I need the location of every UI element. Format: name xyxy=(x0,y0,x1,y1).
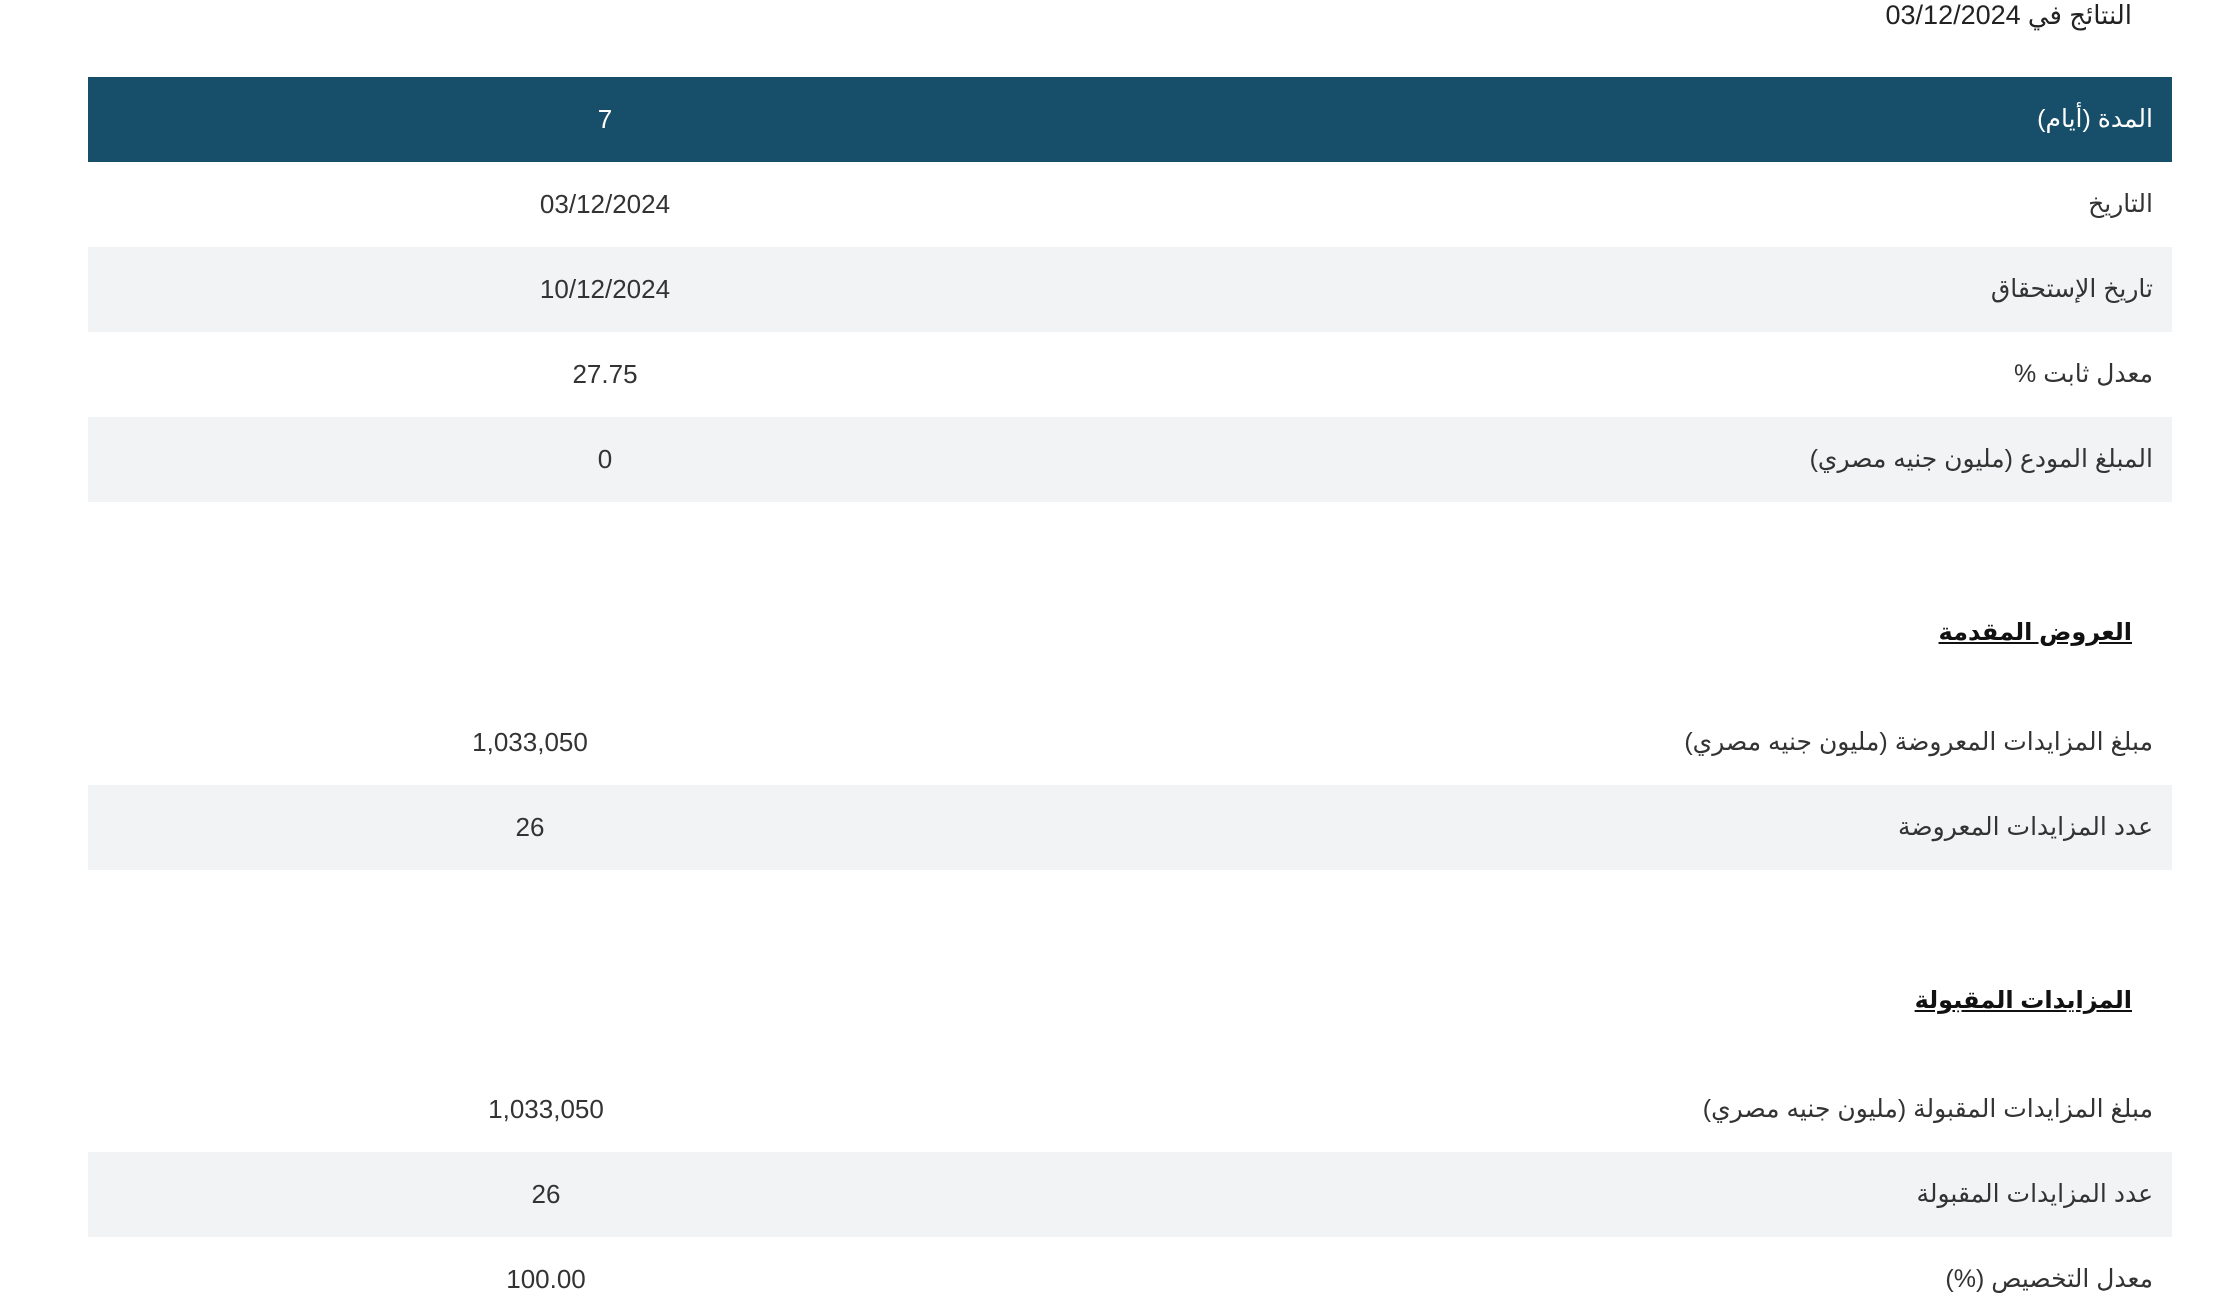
table-row: المبلغ المودع (مليون جنيه مصري) 0 xyxy=(88,417,2172,502)
table-row: معدل التخصيص (%) 100.00 xyxy=(88,1237,2172,1305)
allocation-rate-value: 100.00 xyxy=(506,1264,586,1294)
accepted-table: مبلغ المزايدات المقبولة (مليون جنيه مصري… xyxy=(88,1067,2172,1305)
maturity-date-label: تاريخ الإستحقاق xyxy=(1990,275,2153,303)
fixed-rate-value: 27.75 xyxy=(572,359,638,389)
accepted-amount-value: 1,033,050 xyxy=(488,1094,604,1124)
maturity-date-value: 10/12/2024 xyxy=(539,274,671,304)
table-row: عدد المزايدات المقبولة 26 xyxy=(88,1152,2172,1237)
deposited-amount-value: 0 xyxy=(597,444,613,474)
offered-count-value: 26 xyxy=(515,812,545,842)
table-row: عدد المزايدات المعروضة 26 xyxy=(88,785,2172,870)
offered-count-label: عدد المزايدات المعروضة xyxy=(1898,813,2153,841)
duration-label: المدة (أيام) xyxy=(2037,105,2153,133)
accepted-amount-label: مبلغ المزايدات المقبولة (مليون جنيه مصري… xyxy=(1702,1095,2153,1123)
results-title-date: 03/12/2024 xyxy=(1885,0,2021,30)
allocation-rate-label: معدل التخصيص (%) xyxy=(1945,1265,2153,1293)
accepted-count-label: عدد المزايدات المقبولة xyxy=(1916,1180,2153,1208)
results-date-title: النتائج في 03/12/2024 xyxy=(1886,0,2132,31)
accepted-section-title: المزايدات المقبولة xyxy=(1914,987,2132,1014)
table-row: معدل ثابت % 27.75 xyxy=(88,332,2172,417)
fixed-rate-label: معدل ثابت % xyxy=(2014,360,2153,388)
offered-amount-value: 1,033,050 xyxy=(472,727,588,757)
table-row: تاريخ الإستحقاق 10/12/2024 xyxy=(88,247,2172,332)
deposited-amount-label: المبلغ المودع (مليون جنيه مصري) xyxy=(1809,445,2153,473)
offers-table: مبلغ المزايدات المعروضة (مليون جنيه مصري… xyxy=(88,700,2172,870)
table-row: مبلغ المزايدات المقبولة (مليون جنيه مصري… xyxy=(88,1067,2172,1152)
date-label: التاريخ xyxy=(2088,190,2153,218)
table-row: التاريخ 03/12/2024 xyxy=(88,162,2172,247)
duration-value: 7 xyxy=(597,104,613,134)
offered-amount-label: مبلغ المزايدات المعروضة (مليون جنيه مصري… xyxy=(1684,728,2153,756)
date-value: 03/12/2024 xyxy=(539,189,671,219)
offers-section-title: العروض المقدمة xyxy=(1938,619,2132,646)
results-title-prefix: النتائج في xyxy=(2027,0,2132,30)
table-header-row: المدة (أيام) 7 xyxy=(88,77,2172,162)
accepted-count-value: 26 xyxy=(531,1179,561,1209)
table-row: مبلغ المزايدات المعروضة (مليون جنيه مصري… xyxy=(88,700,2172,785)
auction-results-page: النتائج في 03/12/2024 المدة (أيام) 7 الت… xyxy=(0,0,2219,1305)
auction-details-table: المدة (أيام) 7 التاريخ 03/12/2024 تاريخ … xyxy=(88,77,2172,502)
